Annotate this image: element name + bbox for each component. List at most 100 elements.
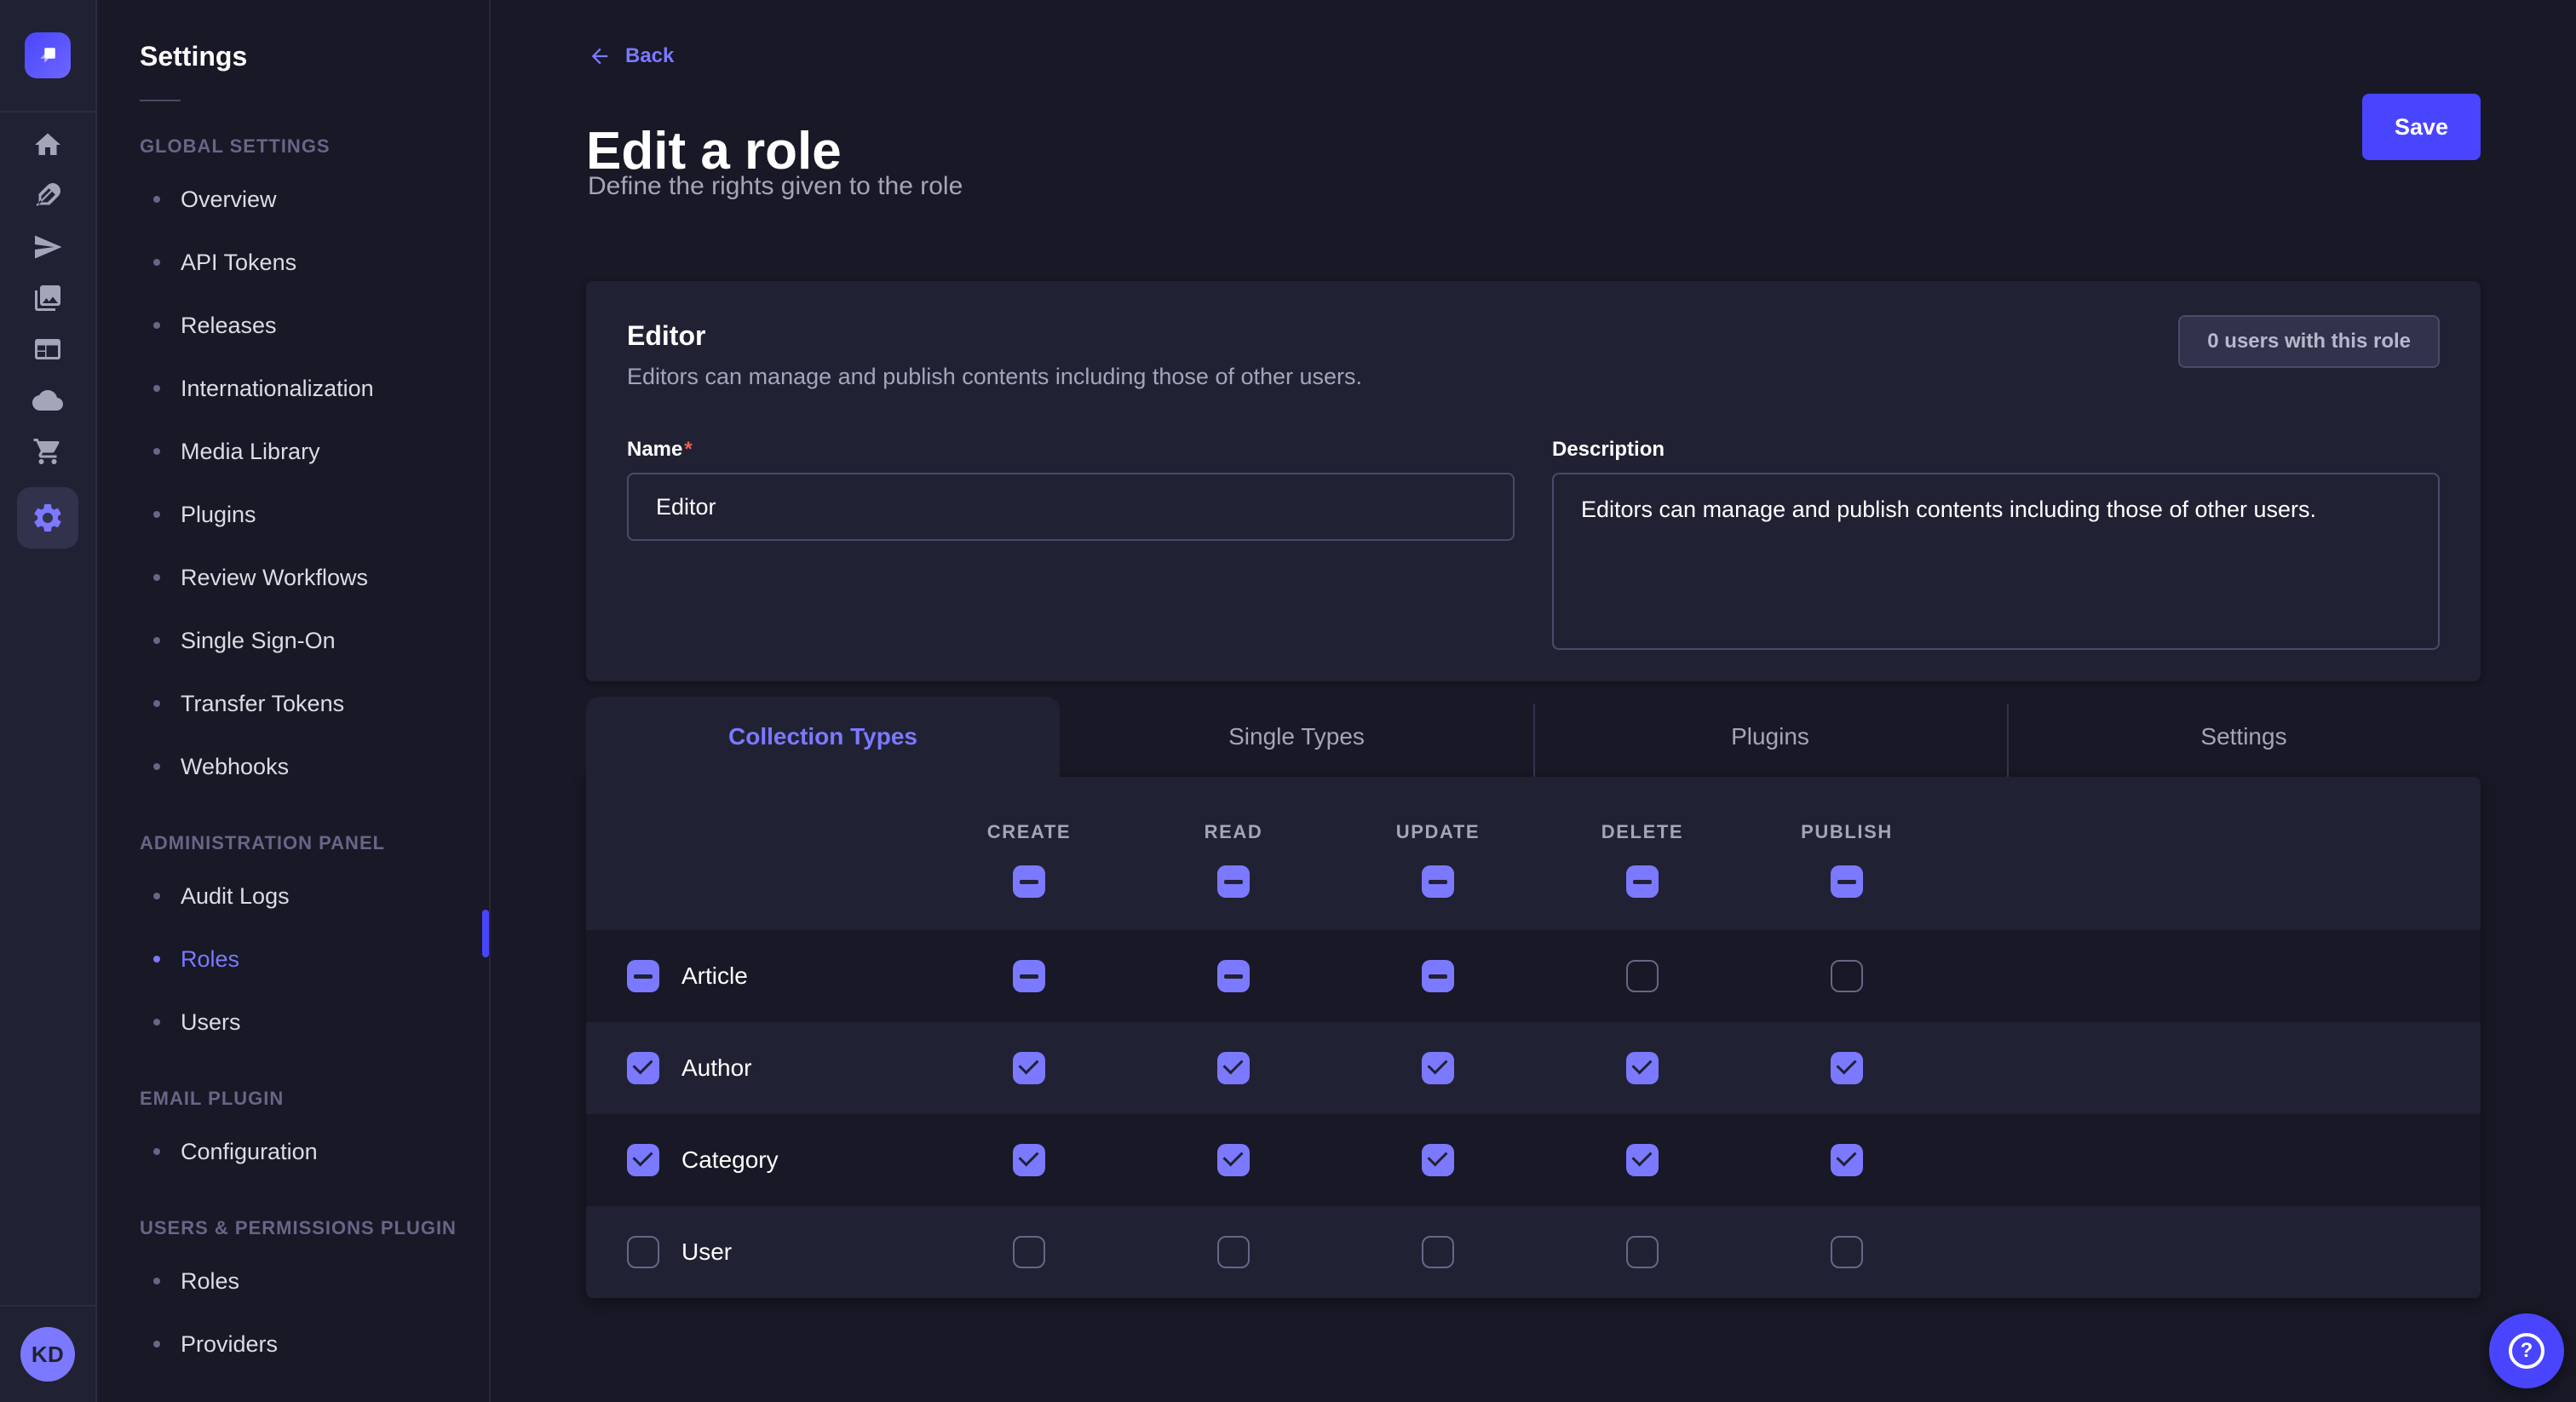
sidebar-item-configuration[interactable]: Configuration (99, 1120, 489, 1183)
home-icon[interactable] (19, 123, 77, 167)
cart-icon[interactable] (19, 429, 77, 474)
gear-icon[interactable] (17, 487, 78, 549)
article-delete-checkbox[interactable] (1626, 960, 1659, 992)
select-all-delete-checkbox[interactable] (1626, 865, 1659, 898)
sidebar-item-media-library[interactable]: Media Library (99, 420, 489, 483)
bullet-icon (153, 1148, 160, 1155)
tab-settings[interactable]: Settings (2007, 697, 2481, 777)
paper-plane-icon[interactable] (19, 225, 77, 269)
category-delete-checkbox[interactable] (1626, 1144, 1659, 1176)
main-nav-rail: KD (0, 0, 97, 1402)
strapi-logo-icon[interactable] (25, 32, 71, 78)
select-all-create-checkbox[interactable] (1013, 865, 1045, 898)
table-row-user: User (586, 1206, 2481, 1298)
user-update-checkbox[interactable] (1422, 1236, 1454, 1268)
name-input[interactable] (627, 473, 1515, 541)
user-row-checkbox[interactable] (627, 1236, 659, 1268)
bullet-icon (153, 322, 160, 329)
tab-plugins[interactable]: Plugins (1533, 697, 2007, 777)
question-mark-icon: ? (2509, 1333, 2544, 1369)
user-delete-checkbox[interactable] (1626, 1236, 1659, 1268)
sidebar-item-label: Internationalization (181, 376, 374, 402)
category-update-checkbox[interactable] (1422, 1144, 1454, 1176)
select-all-update-checkbox[interactable] (1422, 865, 1454, 898)
author-delete-checkbox[interactable] (1626, 1052, 1659, 1084)
layout-icon[interactable] (19, 327, 77, 371)
user-read-checkbox[interactable] (1217, 1236, 1250, 1268)
article-create-checkbox[interactable] (1013, 960, 1045, 992)
bullet-icon (153, 1278, 160, 1284)
user-publish-checkbox[interactable] (1831, 1236, 1863, 1268)
required-asterisk: * (684, 438, 692, 461)
sidebar-item-webhooks[interactable]: Webhooks (99, 735, 489, 798)
permissions-card: Collection TypesSingle TypesPluginsSetti… (586, 697, 2481, 1298)
sidebar-item-single-sign-on[interactable]: Single Sign-On (99, 609, 489, 672)
save-button[interactable]: Save (2362, 94, 2481, 160)
tab-single-types[interactable]: Single Types (1060, 697, 1533, 777)
category-read-checkbox[interactable] (1217, 1144, 1250, 1176)
nav-rail-footer: KD (0, 1305, 95, 1402)
select-all-publish-checkbox[interactable] (1831, 865, 1863, 898)
header-spacer (586, 821, 927, 843)
sidebar-item-roles[interactable]: Roles (99, 928, 489, 991)
table-row-author: Author (586, 1022, 2481, 1114)
column-header-read: READ (1205, 821, 1263, 843)
feather-icon[interactable] (19, 174, 77, 218)
article-update-checkbox[interactable] (1422, 960, 1454, 992)
sidebar-item-review-workflows[interactable]: Review Workflows (99, 546, 489, 609)
description-field-label: Description (1552, 438, 1665, 461)
sidebar-item-roles[interactable]: Roles (99, 1250, 489, 1313)
author-row-checkbox[interactable] (627, 1052, 659, 1084)
cloud-icon[interactable] (19, 378, 77, 422)
sidebar-item-plugins[interactable]: Plugins (99, 483, 489, 546)
subnav-scrollbar-thumb[interactable] (482, 910, 489, 957)
author-publish-checkbox[interactable] (1831, 1052, 1863, 1084)
select-all-read-checkbox[interactable] (1217, 865, 1250, 898)
description-textarea[interactable]: Editors can manage and publish contents … (1552, 473, 2440, 650)
settings-subnav: Settings GLOBAL SETTINGSOverviewAPI Toke… (99, 0, 491, 1402)
article-publish-checkbox[interactable] (1831, 960, 1863, 992)
page-subtitle: Define the rights given to the role (588, 172, 963, 201)
sidebar-item-label: Review Workflows (181, 565, 368, 591)
subnav-section: GLOBAL SETTINGSOverviewAPI TokensRelease… (99, 135, 489, 798)
article-row-checkbox[interactable] (627, 960, 659, 992)
subnav-section-heading: ADMINISTRATION PANEL (99, 832, 489, 865)
users-with-role-button[interactable]: 0 users with this role (2178, 315, 2440, 368)
help-button[interactable]: ? (2489, 1313, 2564, 1388)
sidebar-item-users[interactable]: Users (99, 991, 489, 1054)
sidebar-item-label: Media Library (181, 439, 320, 465)
sidebar-item-releases[interactable]: Releases (99, 294, 489, 357)
back-link[interactable]: Back (588, 44, 674, 68)
bullet-icon (153, 196, 160, 203)
sidebar-item-audit-logs[interactable]: Audit Logs (99, 865, 489, 928)
name-field-label: Name* (627, 438, 693, 461)
author-create-checkbox[interactable] (1013, 1052, 1045, 1084)
row-label: User (681, 1238, 732, 1266)
sidebar-item-label: Single Sign-On (181, 628, 336, 654)
sidebar-item-overview[interactable]: Overview (99, 168, 489, 231)
subnav-section: USERS & PERMISSIONS PLUGINRolesProviders (99, 1217, 489, 1376)
column-header-publish: PUBLISH (1801, 821, 1893, 843)
sidebar-item-label: Webhooks (181, 754, 289, 780)
permissions-tabs: Collection TypesSingle TypesPluginsSetti… (586, 697, 2481, 777)
arrow-left-icon (588, 44, 612, 68)
category-row-checkbox[interactable] (627, 1144, 659, 1176)
author-read-checkbox[interactable] (1217, 1052, 1250, 1084)
sidebar-item-transfer-tokens[interactable]: Transfer Tokens (99, 672, 489, 735)
sidebar-item-label: Transfer Tokens (181, 691, 344, 717)
article-read-checkbox[interactable] (1217, 960, 1250, 992)
sidebar-item-providers[interactable]: Providers (99, 1313, 489, 1376)
avatar[interactable]: KD (20, 1327, 75, 1382)
sidebar-item-label: Configuration (181, 1139, 318, 1165)
media-library-icon[interactable] (19, 276, 77, 320)
user-create-checkbox[interactable] (1013, 1236, 1045, 1268)
column-header-update: UPDATE (1396, 821, 1480, 843)
tab-collection-types[interactable]: Collection Types (586, 697, 1060, 777)
sidebar-item-label: Overview (181, 187, 277, 213)
category-publish-checkbox[interactable] (1831, 1144, 1863, 1176)
category-create-checkbox[interactable] (1013, 1144, 1045, 1176)
author-update-checkbox[interactable] (1422, 1052, 1454, 1084)
sidebar-item-api-tokens[interactable]: API Tokens (99, 231, 489, 294)
sidebar-item-internationalization[interactable]: Internationalization (99, 357, 489, 420)
sidebar-item-label: Plugins (181, 502, 256, 528)
